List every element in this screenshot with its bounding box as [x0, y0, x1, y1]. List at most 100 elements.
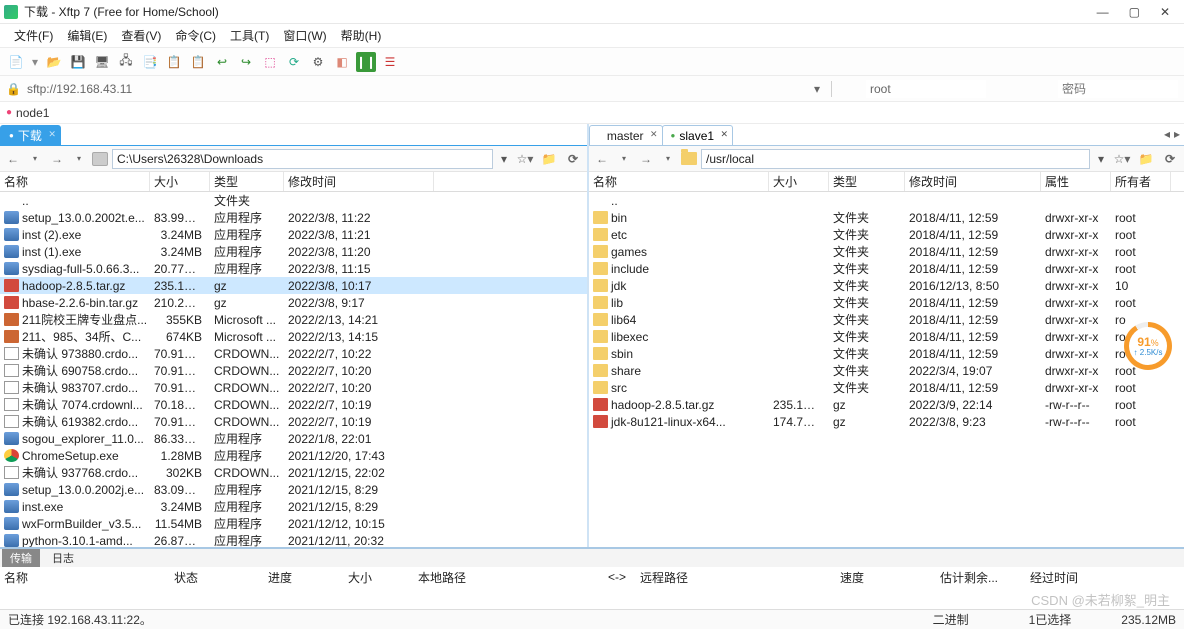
save-icon[interactable]: 💾 [68, 52, 88, 72]
col-size[interactable]: 大小 [150, 172, 210, 191]
bookmark-dropdown-icon[interactable]: ☆▾ [515, 149, 535, 169]
transfer-right-icon[interactable]: ↪ [236, 52, 256, 72]
file-row[interactable]: bin文件夹2018/4/11, 12:59drwxr-xr-xroot [589, 209, 1184, 226]
menu-item[interactable]: 编辑(E) [61, 25, 113, 46]
file-row[interactable]: lib文件夹2018/4/11, 12:59drwxr-xr-xroot [589, 294, 1184, 311]
properties-icon[interactable]: 📑 [140, 52, 160, 72]
file-row[interactable]: 未确认 690758.crdo...70.91MBCRDOWN...2022/2… [0, 362, 587, 379]
tab-next-icon[interactable]: ▸ [1174, 127, 1180, 141]
host-name[interactable]: node1 [16, 106, 49, 120]
tc-local[interactable]: 本地路径 [414, 569, 604, 586]
tab-close-icon[interactable]: ✕ [650, 129, 658, 140]
maximize-button[interactable]: ▢ [1129, 5, 1140, 19]
file-row[interactable]: inst.exe3.24MB应用程序2021/12/15, 8:29 [0, 498, 587, 515]
new-session-icon[interactable]: 📄 [6, 52, 26, 72]
file-row[interactable]: jdk-8u121-linux-x64...174.76MBgz2022/3/8… [589, 413, 1184, 430]
back-history-icon[interactable]: ▾ [26, 150, 44, 168]
file-row[interactable]: sbin文件夹2018/4/11, 12:59drwxr-xr-xroot [589, 345, 1184, 362]
menu-item[interactable]: 命令(C) [169, 25, 222, 46]
new-folder-icon[interactable]: 📁 [1136, 149, 1156, 169]
tc-remote[interactable]: 远程路径 [636, 569, 836, 586]
file-row[interactable]: hadoop-2.8.5.tar.gz235.12MBgz2022/3/8, 1… [0, 277, 587, 294]
file-row[interactable]: 未确认 973880.crdo...70.91MBCRDOWN...2022/2… [0, 345, 587, 362]
copy-icon[interactable]: 📋 [164, 52, 184, 72]
forward-button[interactable]: → [48, 150, 66, 168]
tc-status[interactable]: 状态 [170, 569, 264, 586]
tc-eta[interactable]: 估计剩余... [936, 569, 1026, 586]
menu-item[interactable]: 文件(F) [8, 25, 59, 46]
local-file-list[interactable]: ..文件夹setup_13.0.0.2002t.e...83.99MB应用程序2… [0, 192, 587, 547]
disconnect-icon[interactable]: 🖧 [116, 52, 136, 72]
file-row[interactable]: 211院校王牌专业盘点...355KBMicrosoft ...2022/2/1… [0, 311, 587, 328]
file-row[interactable]: 未确认 983707.crdo...70.91MBCRDOWN...2022/2… [0, 379, 587, 396]
refresh-icon[interactable]: ⟳ [563, 149, 583, 169]
remote-tab[interactable]: ●master✕ [589, 125, 663, 145]
tc-progress[interactable]: 进度 [264, 569, 344, 586]
local-path-box[interactable]: C:\Users\26328\Downloads [112, 149, 493, 169]
menu-item[interactable]: 窗口(W) [277, 25, 332, 46]
tab-prev-icon[interactable]: ◂ [1164, 127, 1170, 141]
file-row[interactable]: 未确认 619382.crdo...70.91MBCRDOWN...2022/2… [0, 413, 587, 430]
file-row[interactable]: sogou_explorer_11.0...86.33MB应用程序2022/1/… [0, 430, 587, 447]
file-row[interactable]: hbase-2.2.6-bin.tar.gz210.26MBgz2022/3/8… [0, 294, 587, 311]
col-owner[interactable]: 所有者 [1111, 172, 1171, 191]
tab-close-icon[interactable]: ✕ [48, 129, 56, 140]
file-row[interactable]: etc文件夹2018/4/11, 12:59drwxr-xr-xroot [589, 226, 1184, 243]
bookmark-dropdown-icon[interactable]: ☆▾ [1112, 149, 1132, 169]
path-dropdown-icon[interactable]: ▾ [497, 152, 511, 166]
refresh-icon[interactable]: ⟳ [1160, 149, 1180, 169]
tc-speed[interactable]: 速度 [836, 569, 936, 586]
file-row[interactable]: src文件夹2018/4/11, 12:59drwxr-xr-xroot [589, 379, 1184, 396]
file-row[interactable]: include文件夹2018/4/11, 12:59drwxr-xr-xroot [589, 260, 1184, 277]
file-row[interactable]: games文件夹2018/4/11, 12:59drwxr-xr-xroot [589, 243, 1184, 260]
help-icon[interactable]: ☰ [380, 52, 400, 72]
col-type[interactable]: 类型 [210, 172, 284, 191]
new-folder-icon[interactable]: 📁 [539, 149, 559, 169]
col-mtime[interactable]: 修改时间 [905, 172, 1041, 191]
tab-log[interactable]: 日志 [44, 549, 82, 567]
log-icon[interactable]: ◧ [332, 52, 352, 72]
menu-item[interactable]: 帮助(H) [335, 25, 388, 46]
file-row[interactable]: ChromeSetup.exe1.28MB应用程序2021/12/20, 17:… [0, 447, 587, 464]
tc-elapsed[interactable]: 经过时间 [1026, 569, 1106, 586]
remote-path-box[interactable]: /usr/local [701, 149, 1090, 169]
col-perm[interactable]: 属性 [1041, 172, 1111, 191]
file-row[interactable]: setup_13.0.0.2002j.e...83.09MB应用程序2021/1… [0, 481, 587, 498]
stop-icon[interactable]: ❙❙ [356, 52, 376, 72]
paste-icon[interactable]: 📋 [188, 52, 208, 72]
menu-item[interactable]: 查看(V) [115, 25, 167, 46]
tc-direction[interactable]: <-> [604, 570, 636, 584]
file-row[interactable]: inst (1).exe3.24MB应用程序2022/3/8, 11:20 [0, 243, 587, 260]
open-icon[interactable]: 📂 [44, 52, 64, 72]
tc-size[interactable]: 大小 [344, 569, 414, 586]
file-row[interactable]: jdk文件夹2016/12/13, 8:50drwxr-xr-x10 [589, 277, 1184, 294]
minimize-button[interactable]: — [1097, 5, 1109, 19]
sync-viewer-icon[interactable]: ⬚ [260, 52, 280, 72]
back-button[interactable]: ← [4, 150, 22, 168]
file-row[interactable]: 未确认 7074.crdownl...70.18MBCRDOWN...2022/… [0, 396, 587, 413]
sync-icon[interactable]: ⟳ [284, 52, 304, 72]
connect-icon[interactable]: 🖥 [92, 52, 112, 72]
local-tab[interactable]: ● 下载 ✕ [0, 125, 61, 145]
file-row[interactable]: hadoop-2.8.5.tar.gz235.12MBgz2022/3/9, 2… [589, 396, 1184, 413]
close-button[interactable]: ✕ [1160, 5, 1170, 19]
forward-history-icon[interactable]: ▾ [659, 150, 677, 168]
tab-transfer[interactable]: 传输 [2, 549, 40, 567]
file-row[interactable]: ..文件夹 [0, 192, 587, 209]
file-row[interactable]: lib64文件夹2018/4/11, 12:59drwxr-xr-xro [589, 311, 1184, 328]
col-name[interactable]: 名称 [589, 172, 769, 191]
transfer-left-icon[interactable]: ↩ [212, 52, 232, 72]
forward-button[interactable]: → [637, 150, 655, 168]
col-name[interactable]: 名称 [0, 172, 150, 191]
col-size[interactable]: 大小 [769, 172, 829, 191]
remote-file-list[interactable]: ..bin文件夹2018/4/11, 12:59drwxr-xr-xrootet… [589, 192, 1184, 547]
file-row[interactable]: 211、985、34所、C...674KBMicrosoft ...2022/2… [0, 328, 587, 345]
file-row[interactable]: inst (2).exe3.24MB应用程序2022/3/8, 11:21 [0, 226, 587, 243]
back-button[interactable]: ← [593, 150, 611, 168]
password-input[interactable] [1058, 80, 1178, 98]
address-text[interactable]: sftp://192.168.43.11 [27, 82, 805, 96]
file-row[interactable]: share文件夹2022/3/4, 19:07drwxr-xr-xroot [589, 362, 1184, 379]
file-row[interactable]: python-3.10.1-amd...26.87MB应用程序2021/12/1… [0, 532, 587, 547]
remote-tab[interactable]: ●slave1✕ [662, 125, 734, 145]
settings-icon[interactable]: ⚙ [308, 52, 328, 72]
